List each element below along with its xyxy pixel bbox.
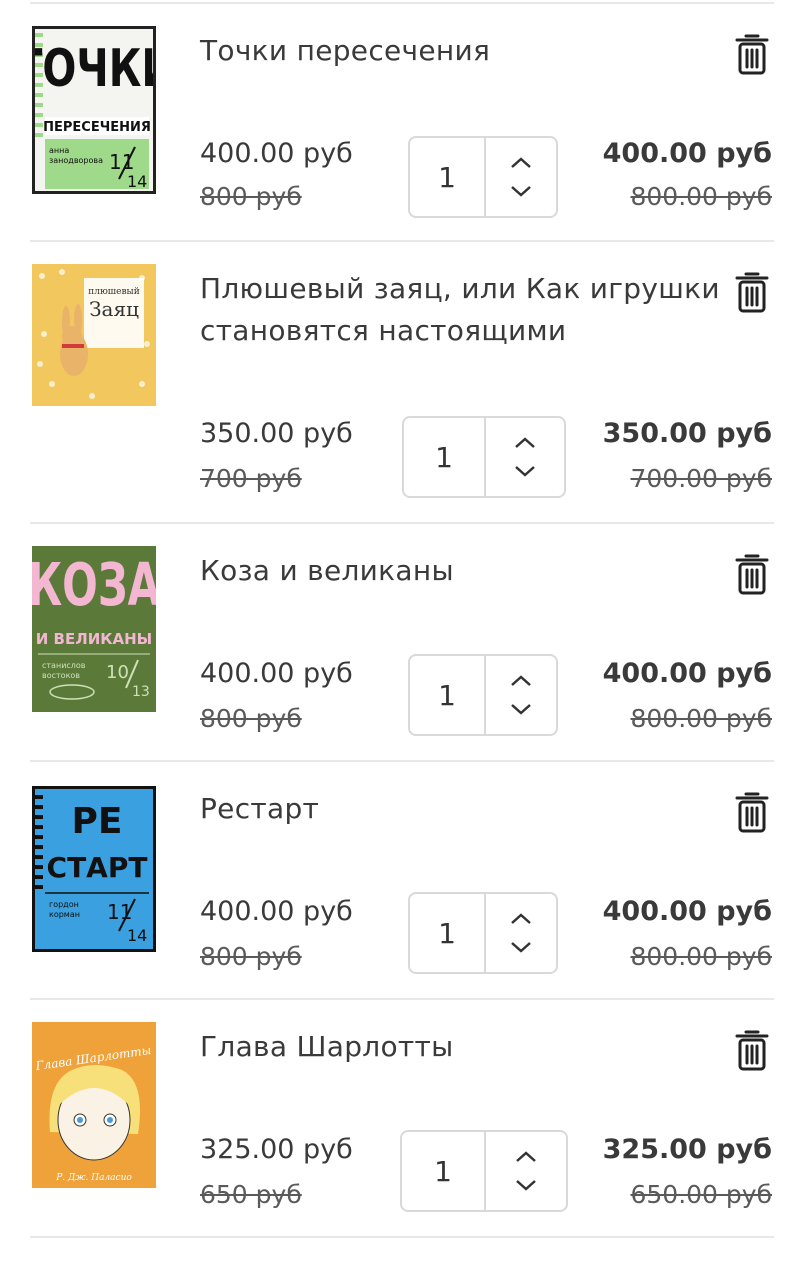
divider bbox=[30, 1236, 774, 1238]
product-title[interactable]: Рестарт bbox=[200, 788, 720, 830]
svg-text:анна: анна bbox=[49, 146, 69, 155]
old-line-total: 800.00 руб bbox=[630, 942, 772, 971]
old-unit-price: 800 руб bbox=[200, 182, 302, 211]
svg-text:Заяц: Заяц bbox=[89, 297, 139, 321]
chevron-up-icon[interactable] bbox=[509, 674, 533, 688]
book-cover-image[interactable]: ТОЧКИ ПЕРЕСЕЧЕНИЯ анна занодворова 11 14 bbox=[32, 26, 156, 194]
svg-text:гордон: гордон bbox=[49, 900, 79, 909]
chevron-down-icon[interactable] bbox=[509, 184, 533, 198]
quantity-value[interactable]: 1 bbox=[410, 656, 486, 734]
svg-text:Р. Дж. Паласио: Р. Дж. Паласио bbox=[55, 1173, 132, 1183]
book-cover-image[interactable]: КОЗА И ВЕЛИКАНЫ станислов востоков 10 13 bbox=[32, 546, 156, 712]
quantity-stepper[interactable]: 1 bbox=[408, 654, 558, 736]
old-unit-price: 800 руб bbox=[200, 942, 302, 971]
svg-text:плюшевый: плюшевый bbox=[88, 287, 139, 297]
old-line-total: 700.00 руб bbox=[630, 464, 772, 493]
chevron-down-icon[interactable] bbox=[509, 940, 533, 954]
cart-item: Глава Шарлотты Р. Дж. Паласио Глава Шарл… bbox=[0, 1000, 804, 1238]
svg-text:СТАРТ: СТАРТ bbox=[47, 851, 148, 884]
svg-text:занодворова: занодворова bbox=[49, 156, 103, 165]
cover-art: плюшевый Заяц bbox=[32, 264, 156, 406]
quantity-stepper[interactable]: 1 bbox=[402, 416, 566, 498]
line-total: 400.00 руб bbox=[602, 896, 772, 927]
unit-price: 350.00 руб bbox=[200, 418, 353, 449]
line-total: 400.00 руб bbox=[602, 658, 772, 689]
trash-icon[interactable] bbox=[734, 552, 770, 596]
cover-title-text: ТОЧКИ bbox=[35, 38, 153, 99]
book-cover-image[interactable]: Глава Шарлотты Р. Дж. Паласио bbox=[32, 1022, 156, 1188]
product-title[interactable]: Точки пересечения bbox=[200, 30, 720, 72]
svg-text:РЕ: РЕ bbox=[72, 801, 123, 842]
chevron-down-icon[interactable] bbox=[509, 702, 533, 716]
book-cover-image[interactable]: плюшевый Заяц bbox=[32, 264, 156, 406]
cover-art: Глава Шарлотты Р. Дж. Паласио bbox=[32, 1022, 156, 1188]
line-total: 325.00 руб bbox=[602, 1134, 772, 1165]
chevron-down-icon[interactable] bbox=[513, 464, 537, 478]
svg-text:востоков: востоков bbox=[42, 671, 80, 680]
quantity-stepper[interactable]: 1 bbox=[408, 892, 558, 974]
quantity-stepper[interactable]: 1 bbox=[400, 1130, 568, 1212]
cart-item: РЕ СТАРТ гордон корман 11 14 Рестарт 400… bbox=[0, 762, 804, 1000]
cart-item: КОЗА И ВЕЛИКАНЫ станислов востоков 10 13… bbox=[0, 524, 804, 762]
quantity-value[interactable]: 1 bbox=[402, 1132, 486, 1210]
svg-text:ПЕРЕСЕЧЕНИЯ: ПЕРЕСЕЧЕНИЯ bbox=[43, 120, 151, 135]
old-unit-price: 800 руб bbox=[200, 704, 302, 733]
unit-price: 400.00 руб bbox=[200, 138, 353, 169]
old-line-total: 800.00 руб bbox=[630, 182, 772, 211]
book-cover-image[interactable]: РЕ СТАРТ гордон корман 11 14 bbox=[32, 786, 156, 952]
chevron-down-icon[interactable] bbox=[514, 1178, 538, 1192]
cart-item: плюшевый Заяц Плюшевый заяц, или Как игр… bbox=[0, 242, 804, 498]
chevron-up-icon[interactable] bbox=[509, 912, 533, 926]
cart-item: ТОЧКИ ПЕРЕСЕЧЕНИЯ анна занодворова 11 14… bbox=[0, 4, 804, 242]
cover-art: КОЗА И ВЕЛИКАНЫ станислов востоков 10 13 bbox=[32, 546, 156, 712]
chevron-up-icon[interactable] bbox=[514, 1150, 538, 1164]
old-line-total: 800.00 руб bbox=[630, 704, 772, 733]
svg-text:КОЗА: КОЗА bbox=[32, 552, 156, 620]
trash-icon[interactable] bbox=[734, 32, 770, 76]
svg-text:14: 14 bbox=[127, 926, 147, 945]
line-total: 350.00 руб bbox=[602, 418, 772, 449]
quantity-value[interactable]: 1 bbox=[404, 418, 486, 496]
trash-icon[interactable] bbox=[734, 1028, 770, 1072]
svg-text:станислов: станислов bbox=[42, 661, 86, 670]
cover-art: ТОЧКИ ПЕРЕСЕЧЕНИЯ анна занодворова 11 14 bbox=[35, 29, 153, 191]
product-title[interactable]: Плюшевый заяц, или Как игрушки становятс… bbox=[200, 268, 720, 352]
quantity-stepper[interactable]: 1 bbox=[408, 136, 558, 218]
product-title[interactable]: Глава Шарлотты bbox=[200, 1026, 720, 1068]
chevron-up-icon[interactable] bbox=[509, 156, 533, 170]
svg-text:14: 14 bbox=[127, 172, 147, 191]
old-line-total: 650.00 руб bbox=[630, 1180, 772, 1209]
unit-price: 400.00 руб bbox=[200, 896, 353, 927]
old-unit-price: 650 руб bbox=[200, 1180, 302, 1209]
chevron-up-icon[interactable] bbox=[513, 436, 537, 450]
svg-text:10: 10 bbox=[106, 662, 129, 683]
svg-text:13: 13 bbox=[132, 684, 150, 700]
line-total: 400.00 руб bbox=[602, 138, 772, 169]
trash-icon[interactable] bbox=[734, 270, 770, 314]
svg-text:корман: корман bbox=[49, 910, 80, 919]
trash-icon[interactable] bbox=[734, 790, 770, 834]
unit-price: 325.00 руб bbox=[200, 1134, 353, 1165]
old-unit-price: 700 руб bbox=[200, 464, 302, 493]
quantity-value[interactable]: 1 bbox=[410, 894, 486, 972]
cover-art: РЕ СТАРТ гордон корман 11 14 bbox=[35, 789, 153, 949]
svg-text:И ВЕЛИКАНЫ: И ВЕЛИКАНЫ bbox=[36, 630, 152, 648]
unit-price: 400.00 руб bbox=[200, 658, 353, 689]
product-title[interactable]: Коза и великаны bbox=[200, 550, 720, 592]
quantity-value[interactable]: 1 bbox=[410, 138, 486, 216]
